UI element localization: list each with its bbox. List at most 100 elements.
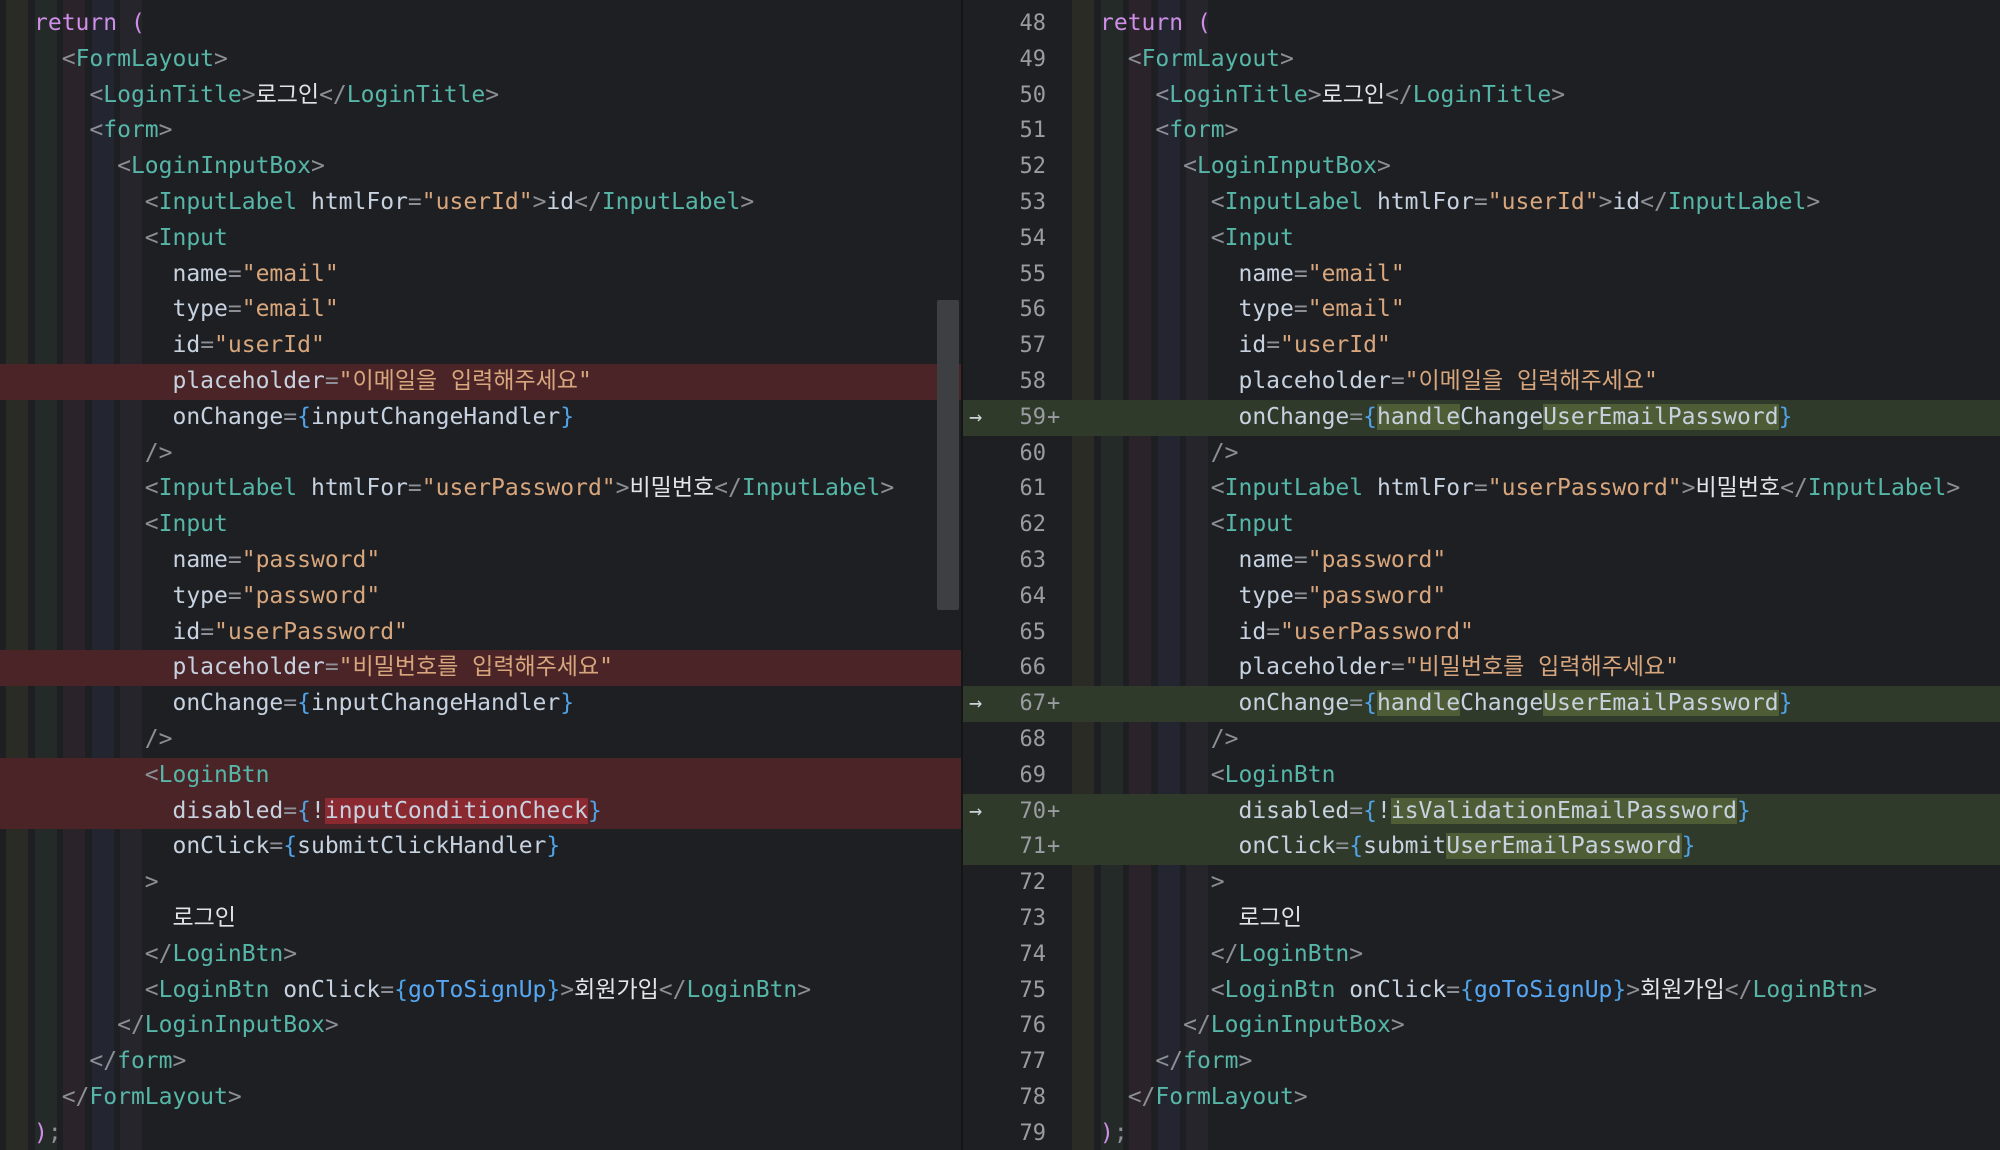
left-code-line[interactable]: id="userPassword"	[0, 615, 963, 651]
left-code-line[interactable]: <form>	[0, 113, 963, 149]
code-text: return (	[1100, 10, 1211, 36]
code-text: </LoginInputBox>	[1183, 1012, 1405, 1039]
code-text: <form>	[89, 117, 173, 144]
left-code-line[interactable]: id="userId"	[0, 328, 963, 364]
right-code-line[interactable]: placeholder="비밀번호를 입력해주세요" 66	[963, 650, 2000, 686]
code-text: );	[1100, 1119, 1128, 1146]
right-code-line[interactable]: return ( 48	[963, 6, 2000, 42]
left-code-line[interactable]: </FormLayout>	[0, 1080, 963, 1116]
left-code-line[interactable]: />	[0, 722, 963, 758]
code-text: onChange={handleChangeUserEmailPassword}	[1238, 690, 1793, 717]
added-line-marker: +	[1047, 404, 1061, 430]
left-code-line[interactable]: <LoginInputBox>	[0, 149, 963, 185]
right-diff-pane[interactable]: return ( 48 <FormLayout> 49 <LoginTitle>로그…	[963, 0, 2000, 1150]
left-code-line[interactable]: name="email"	[0, 257, 963, 293]
line-number: 78	[1019, 1085, 1047, 1110]
left-scrollbar[interactable]	[937, 300, 959, 610]
left-code-line[interactable]: <LoginBtn onClick={goToSignUp}>회원가입</Log…	[0, 973, 963, 1009]
left-code-line[interactable]: <Input	[0, 507, 963, 543]
right-code-line[interactable]: </FormLayout> 78	[963, 1080, 2000, 1116]
code-text: <Input	[144, 511, 228, 538]
left-code-line[interactable]: placeholder="이메일을 입력해주세요"	[0, 364, 963, 400]
right-code-line[interactable]: <InputLabel htmlFor="userId">id</InputLa…	[963, 185, 2000, 221]
left-code-line[interactable]: <LoginBtn	[0, 757, 963, 794]
left-code-line[interactable]: type="email"	[0, 292, 963, 328]
right-code-line[interactable]: <InputLabel htmlFor="userPassword">비밀번호<…	[963, 471, 2000, 507]
left-code-line[interactable]: </form>	[0, 1044, 963, 1080]
left-code-line[interactable]: return (	[0, 6, 963, 42]
right-code-line[interactable]: name="password" 63	[963, 543, 2000, 579]
left-code-line[interactable]: </LoginInputBox>	[0, 1008, 963, 1044]
left-code-line[interactable]: <FormLayout>	[0, 42, 963, 78]
right-code-line[interactable]: name="email" 55	[963, 257, 2000, 293]
right-code-line[interactable]: 로그인 73	[963, 901, 2000, 937]
right-code-line[interactable]: <LoginBtn onClick={goToSignUp}>회원가입</Log…	[963, 973, 2000, 1009]
line-number: 72	[1019, 870, 1047, 896]
right-code-line[interactable]: ); 79	[963, 1116, 2000, 1150]
code-text: onChange={handleChangeUserEmailPassword}	[1238, 403, 1793, 430]
right-code-line[interactable]: </LoginInputBox> 76	[963, 1008, 2000, 1044]
left-code-line[interactable]: 로그인	[0, 901, 963, 937]
code-text: <Input	[1210, 511, 1294, 538]
line-number: 49	[1019, 46, 1047, 72]
left-code-line[interactable]: </LoginBtn>	[0, 937, 963, 973]
line-number: 74	[1019, 941, 1047, 967]
code-text: disabled={!inputConditionCheck}	[172, 797, 602, 824]
left-code-line[interactable]: name="password"	[0, 543, 963, 579]
line-number: 68	[1019, 727, 1047, 752]
left-code-line[interactable]: type="password"	[0, 579, 963, 615]
right-code-line[interactable]: </LoginBtn> 74	[963, 937, 2000, 973]
code-text: type="email"	[172, 296, 339, 323]
right-code-line[interactable]: <LoginTitle>로그인</LoginTitle> 50	[963, 78, 2000, 114]
code-text: onClick={submitClickHandler}	[172, 833, 561, 860]
left-code-line[interactable]: <LoginTitle>로그인</LoginTitle>	[0, 78, 963, 114]
right-code-line[interactable]: /> 60	[963, 436, 2000, 472]
left-code-line[interactable]: <InputLabel htmlFor="userPassword">비밀번호<…	[0, 471, 963, 507]
code-text: />	[1210, 439, 1239, 466]
left-code-line[interactable]: />	[0, 436, 963, 472]
right-code-line[interactable]: id="userPassword" 65	[963, 615, 2000, 651]
right-code-line[interactable]: type="email" 56	[963, 292, 2000, 328]
right-code-line[interactable]: onClick={submitUserEmailPassword} 71 +	[963, 829, 2000, 866]
apply-change-arrow-icon[interactable]: →	[969, 794, 982, 830]
line-number: 52	[1019, 154, 1047, 180]
right-code-line[interactable]: placeholder="이메일을 입력해주세요" 58	[963, 364, 2000, 400]
line-number: 71	[1019, 834, 1047, 860]
left-code-line[interactable]: <Input	[0, 221, 963, 257]
code-text: <InputLabel htmlFor="userPassword">비밀번호<…	[1210, 475, 1961, 502]
right-code-line[interactable]: <Input 54	[963, 221, 2000, 257]
right-code-line[interactable]: disabled={!isValidationEmailPassword} 70 →…	[963, 793, 2000, 830]
right-code-line[interactable]: onChange={handleChangeUserEmailPassword}…	[963, 399, 2000, 436]
code-text: placeholder="이메일을 입력해주세요"	[172, 368, 592, 394]
left-code-line[interactable]: onChange={inputChangeHandler}	[0, 400, 963, 436]
right-code-line[interactable]: type="password" 64	[963, 579, 2000, 615]
code-text: );	[34, 1119, 62, 1146]
right-code-line[interactable]: onChange={handleChangeUserEmailPassword}…	[963, 686, 2000, 722]
left-code-line[interactable]: );	[0, 1116, 963, 1150]
right-code-line[interactable]: <FormLayout> 49	[963, 42, 2000, 78]
code-text: <Input	[1210, 224, 1294, 251]
code-text: </FormLayout>	[1127, 1084, 1308, 1110]
right-code-line[interactable]: id="userId" 57	[963, 328, 2000, 364]
left-code-line[interactable]: <InputLabel htmlFor="userId">id</InputLa…	[0, 185, 963, 221]
right-code-line[interactable]: >72	[963, 865, 2000, 901]
left-code-line[interactable]: placeholder="비밀번호를 입력해주세요"	[0, 650, 963, 687]
line-number: 60	[1019, 440, 1047, 466]
line-number: 57	[1019, 333, 1047, 359]
right-code-line[interactable]: /> 68	[963, 722, 2000, 758]
right-code-line[interactable]: <form> 51	[963, 113, 2000, 149]
line-number: 48	[1019, 11, 1047, 36]
left-code-line[interactable]: >	[0, 865, 963, 901]
code-text: 로그인	[172, 905, 236, 931]
left-code-line[interactable]: disabled={!inputConditionCheck}	[0, 793, 963, 830]
right-code-line[interactable]: <LoginInputBox> 52	[963, 149, 2000, 185]
right-code-line[interactable]: <Input 62	[963, 507, 2000, 543]
left-diff-pane[interactable]: return ( <FormLayout> <LoginTitle>로그인</L…	[0, 0, 963, 1150]
apply-change-arrow-icon[interactable]: →	[969, 686, 982, 722]
left-code-line[interactable]: onClick={submitClickHandler}	[0, 829, 963, 865]
right-code-line[interactable]: </form> 77	[963, 1044, 2000, 1080]
code-text: <InputLabel htmlFor="userId">id</InputLa…	[1210, 189, 1821, 215]
right-code-line[interactable]: <LoginBtn 69	[963, 758, 2000, 794]
left-code-line[interactable]: onChange={inputChangeHandler}	[0, 686, 963, 722]
apply-change-arrow-icon[interactable]: →	[969, 400, 982, 436]
